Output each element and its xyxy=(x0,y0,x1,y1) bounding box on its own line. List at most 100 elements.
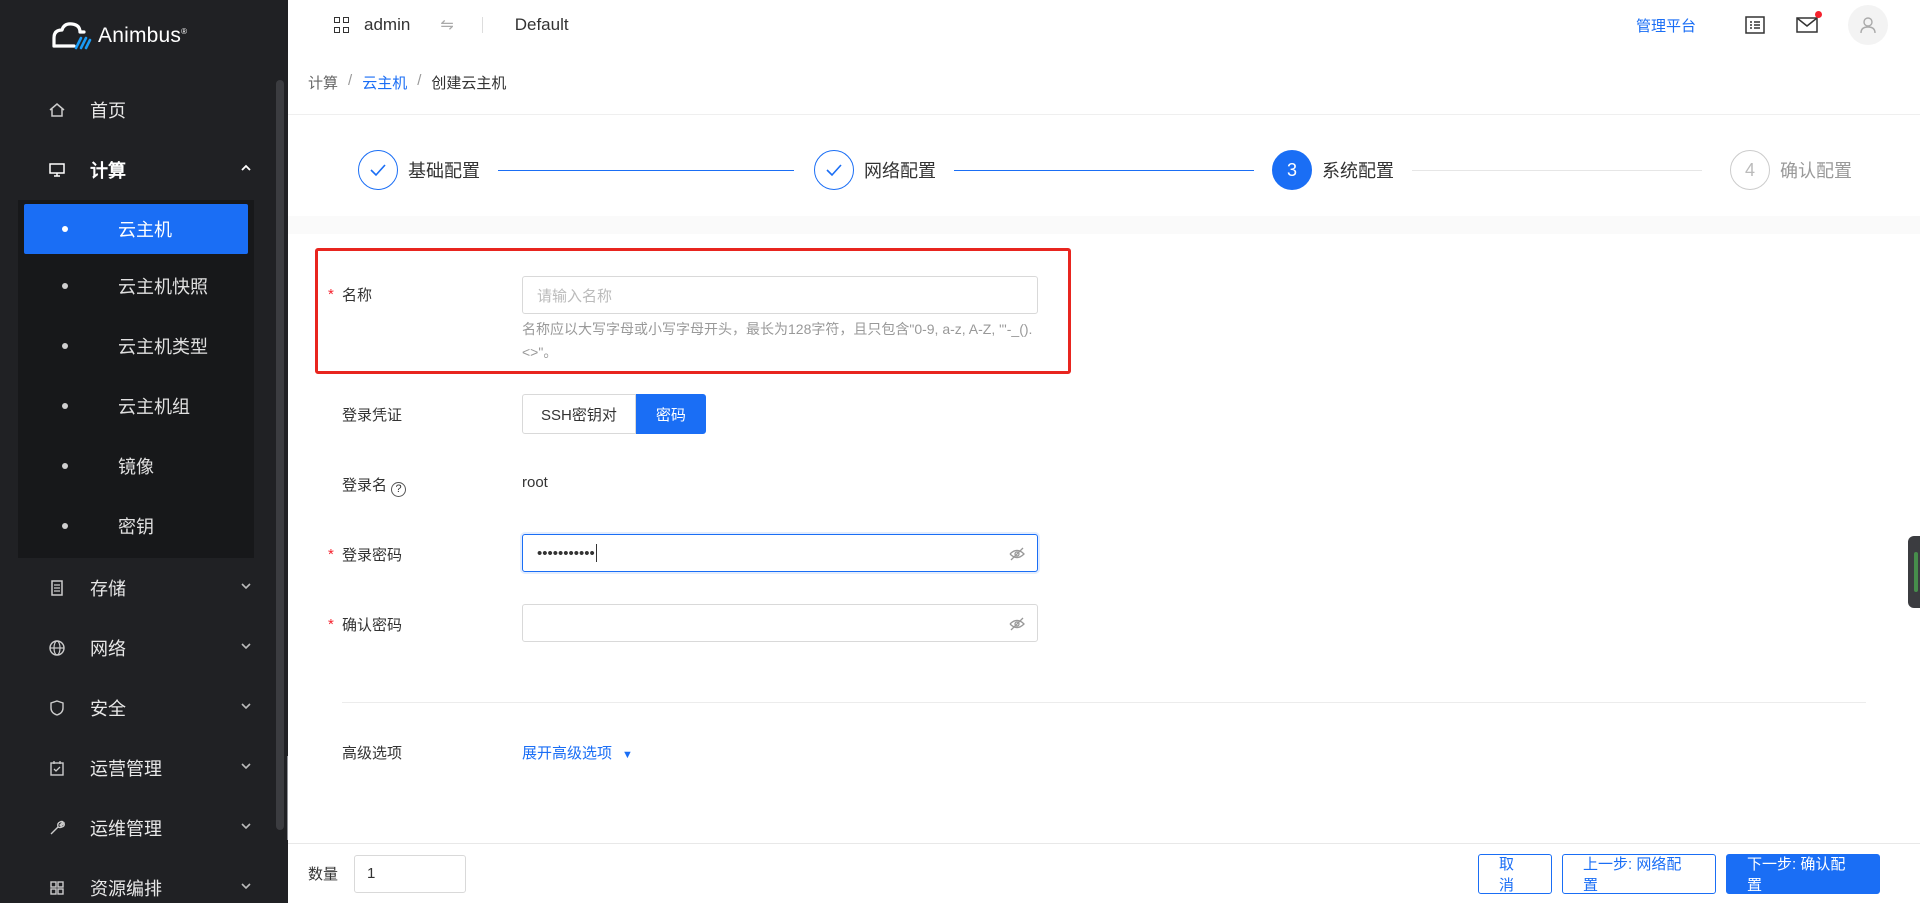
breadcrumb-separator: / xyxy=(348,72,353,89)
name-input[interactable]: 请输入名称 xyxy=(522,276,1038,314)
wizard-steps: 基础配置 网络配置 3 系统配置 4 确认配置 xyxy=(358,150,1858,192)
notification-dot xyxy=(1815,11,1822,18)
sidebar-subitem-label: 云主机组 xyxy=(118,397,190,417)
required-mark: * xyxy=(328,286,334,303)
password-label: 登录密码 xyxy=(342,547,403,564)
bullet-icon xyxy=(62,403,68,409)
required-mark: * xyxy=(328,546,334,563)
sidebar-item-label: 安全 xyxy=(90,699,126,719)
step-connector xyxy=(954,170,1254,171)
breadcrumb-instances-link[interactable]: 云主机 xyxy=(362,72,407,93)
sidebar-subitem-flavors[interactable]: 云主机类型 xyxy=(18,316,254,376)
confirm-password-input[interactable] xyxy=(522,604,1038,642)
step-connector xyxy=(498,170,794,171)
sidebar-item-label: 存储 xyxy=(90,579,126,599)
chevron-down-icon xyxy=(240,760,252,775)
avatar[interactable] xyxy=(1848,5,1888,45)
next-step-button[interactable]: 下一步: 确认配置 xyxy=(1726,854,1880,894)
previous-step-button[interactable]: 上一步: 网络配置 xyxy=(1562,854,1716,894)
step-confirm: 4 确认配置 xyxy=(1730,150,1852,190)
confirm-password-label: 确认密码 xyxy=(342,617,403,634)
expand-advanced-options-link[interactable]: 展开高级选项 ▼ xyxy=(522,742,633,763)
advanced-options-label: 高级选项 xyxy=(342,745,403,762)
breadcrumb: 计算 / 云主机 / 创建云主机 xyxy=(308,72,506,93)
caret-down-icon: ▼ xyxy=(622,749,633,761)
wrench-icon xyxy=(48,819,66,837)
chevron-down-icon xyxy=(240,820,252,835)
breadcrumb-separator: / xyxy=(417,72,422,89)
sidebar-subitem-snapshots[interactable]: 云主机快照 xyxy=(18,256,254,316)
sidebar-item-security[interactable]: 安全 xyxy=(0,678,276,738)
bullet-icon xyxy=(62,463,68,469)
apps-icon[interactable] xyxy=(334,17,350,33)
chevron-down-icon xyxy=(240,700,252,715)
ssh-keypair-option[interactable]: SSH密钥对 xyxy=(522,394,636,434)
home-icon xyxy=(48,101,66,119)
step-label: 网络配置 xyxy=(864,161,936,181)
sidebar-subitem-keypairs[interactable]: 密钥 xyxy=(18,496,254,556)
breadcrumb-current: 创建云主机 xyxy=(431,75,507,92)
list-icon[interactable] xyxy=(1744,15,1766,35)
quantity-input[interactable]: 1 xyxy=(354,854,467,893)
sidebar-subitem-label: 云主机快照 xyxy=(118,277,208,297)
required-mark: * xyxy=(328,616,334,633)
sidebar-subitem-label: 密钥 xyxy=(118,517,154,537)
sidebar-item-home[interactable]: 首页 xyxy=(0,80,276,140)
credential-toggle: SSH密钥对 密码 xyxy=(522,394,706,434)
sidebar-subitem-label: 镜像 xyxy=(118,457,154,477)
sidebar-item-orchestration[interactable]: 资源编排 xyxy=(0,858,276,903)
password-option[interactable]: 密码 xyxy=(635,394,706,434)
storage-icon xyxy=(48,579,66,597)
sidebar-item-operations[interactable]: 运营管理 xyxy=(0,738,276,798)
divider xyxy=(342,702,1866,703)
side-panel-handle[interactable] xyxy=(1908,536,1920,608)
sidebar-scrollbar[interactable] xyxy=(276,80,284,830)
switch-icon[interactable]: ⇋ xyxy=(440,15,453,35)
sidebar-item-compute[interactable]: 计算 xyxy=(0,140,276,200)
sidebar-subitem-images[interactable]: 镜像 xyxy=(18,436,254,496)
step-number: 3 xyxy=(1272,150,1312,190)
sidebar-subitem-server-groups[interactable]: 云主机组 xyxy=(18,376,254,436)
check-icon xyxy=(814,150,854,190)
step-network: 网络配置 xyxy=(814,150,936,190)
topbar-divider xyxy=(481,17,483,33)
eye-hidden-icon[interactable] xyxy=(1009,546,1025,562)
login-name-value: root xyxy=(522,474,548,491)
bullet-icon xyxy=(62,226,68,232)
sidebar-item-network[interactable]: 网络 xyxy=(0,618,276,678)
sidebar-subitem-instances[interactable]: 云主机 xyxy=(24,204,248,254)
sidebar-item-label: 网络 xyxy=(90,639,126,659)
name-label: 名称 xyxy=(342,287,373,304)
chevron-down-icon xyxy=(240,580,252,595)
current-project[interactable]: Default xyxy=(515,15,569,35)
sidebar-item-storage[interactable]: 存储 xyxy=(0,558,276,618)
step-connector xyxy=(1412,170,1702,171)
step-system: 3 系统配置 xyxy=(1272,150,1394,190)
help-icon[interactable]: ? xyxy=(391,481,407,497)
bullet-icon xyxy=(62,523,68,529)
bullet-icon xyxy=(62,343,68,349)
topbar-right: 管理平台 xyxy=(1636,0,1920,50)
mail-icon[interactable] xyxy=(1796,11,1822,35)
name-help-text: 名称应以大写字母或小写字母开头，最长为128字符，且只包含"0-9, a-z, … xyxy=(522,321,1033,360)
step-number: 4 xyxy=(1730,150,1770,190)
sidebar-item-label: 运维管理 xyxy=(90,819,162,839)
sidebar-menu: 首页 计算 云主机 云主机快照 云主机类型 云主机组 镜像 密钥 存储 网络 安… xyxy=(0,80,276,903)
admin-platform-link[interactable]: 管理平台 xyxy=(1636,15,1696,36)
chevron-down-icon xyxy=(240,640,252,655)
eye-hidden-icon[interactable] xyxy=(1009,616,1025,632)
globe-icon xyxy=(48,639,66,657)
current-user[interactable]: admin xyxy=(364,15,410,35)
step-basic: 基础配置 xyxy=(358,150,480,190)
sidebar-item-maintenance[interactable]: 运维管理 xyxy=(0,798,276,858)
main-content: 计算 / 云主机 / 创建云主机 基础配置 网络配置 3 系统配置 4 确认配置 xyxy=(288,50,1920,843)
breadcrumb-root: 计算 xyxy=(308,75,339,92)
shield-icon xyxy=(48,699,66,717)
cancel-button[interactable]: 取 消 xyxy=(1478,854,1552,894)
bullet-icon xyxy=(62,283,68,289)
password-value: ••••••••••• xyxy=(537,544,595,562)
grid-icon xyxy=(48,879,66,897)
password-input[interactable]: ••••••••••• xyxy=(522,534,1038,572)
sidebar-item-label: 运营管理 xyxy=(90,759,162,779)
step-label: 基础配置 xyxy=(408,161,480,181)
